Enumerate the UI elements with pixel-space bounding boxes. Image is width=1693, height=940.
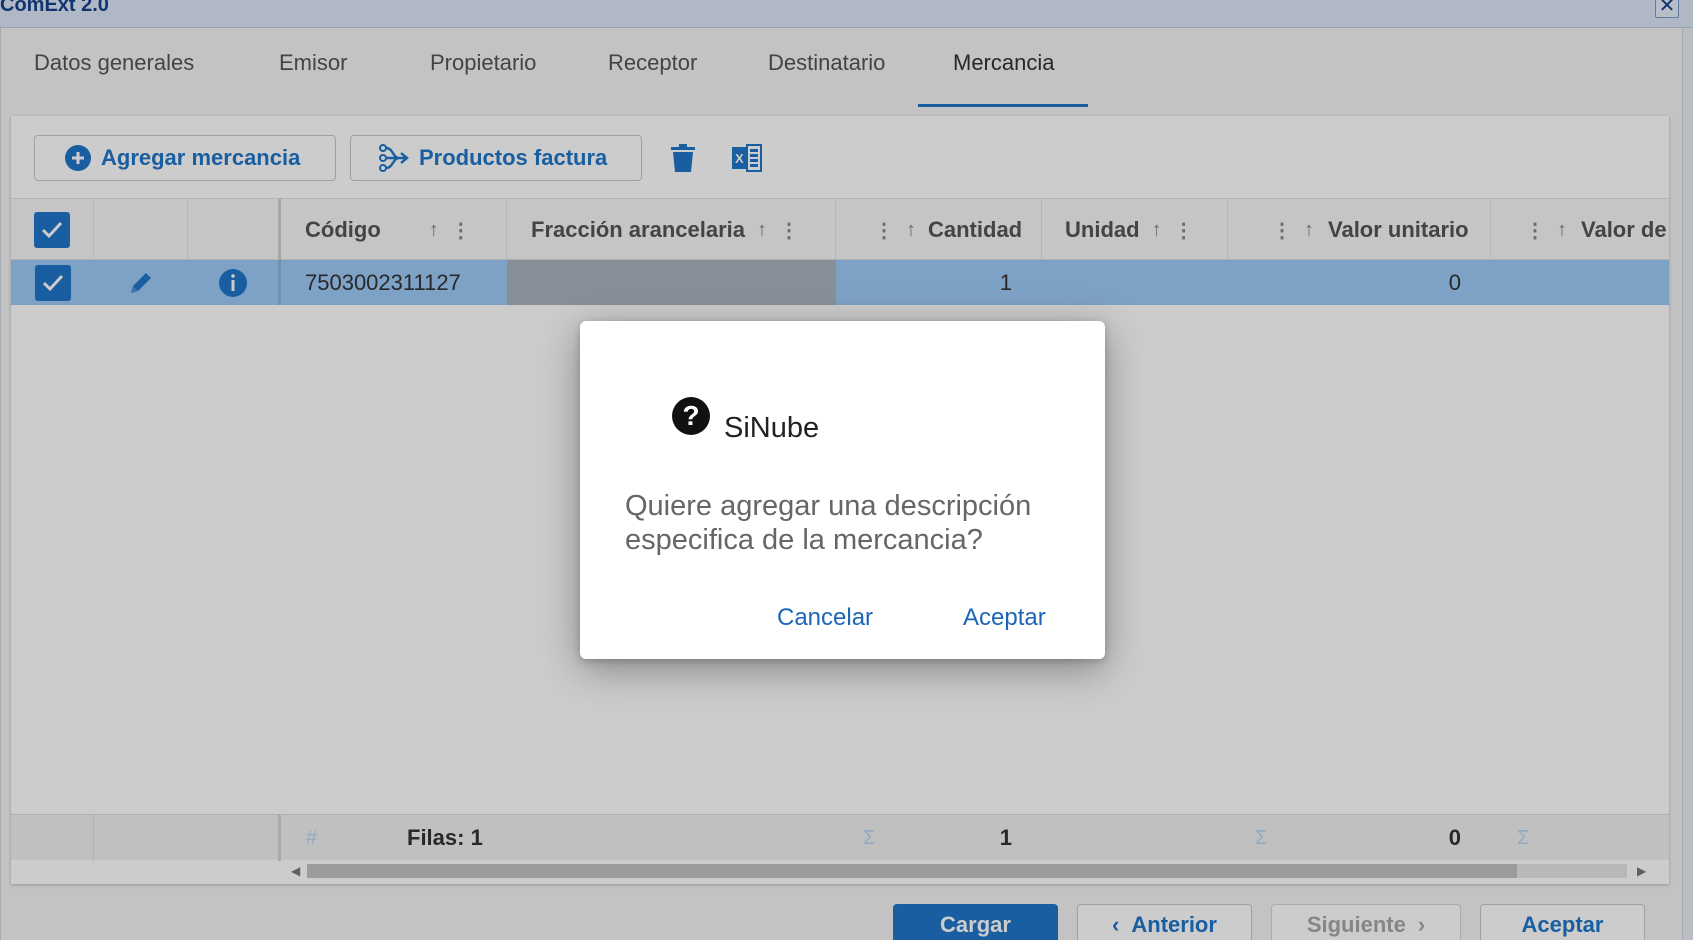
question-circle-icon: ? bbox=[672, 397, 710, 435]
dialog-title: SiNube bbox=[724, 412, 820, 444]
cancel-button[interactable]: Cancelar bbox=[777, 604, 873, 632]
accept-button[interactable]: Aceptar bbox=[963, 604, 1046, 632]
confirm-dialog: ? SiNube Quiere agregar una descripción … bbox=[580, 321, 1105, 659]
dialog-message: Quiere agregar una descripción especific… bbox=[625, 490, 1032, 556]
comext-window: ComExt 2.0 ✕ Datos generales Emisor Prop… bbox=[0, 0, 1693, 940]
